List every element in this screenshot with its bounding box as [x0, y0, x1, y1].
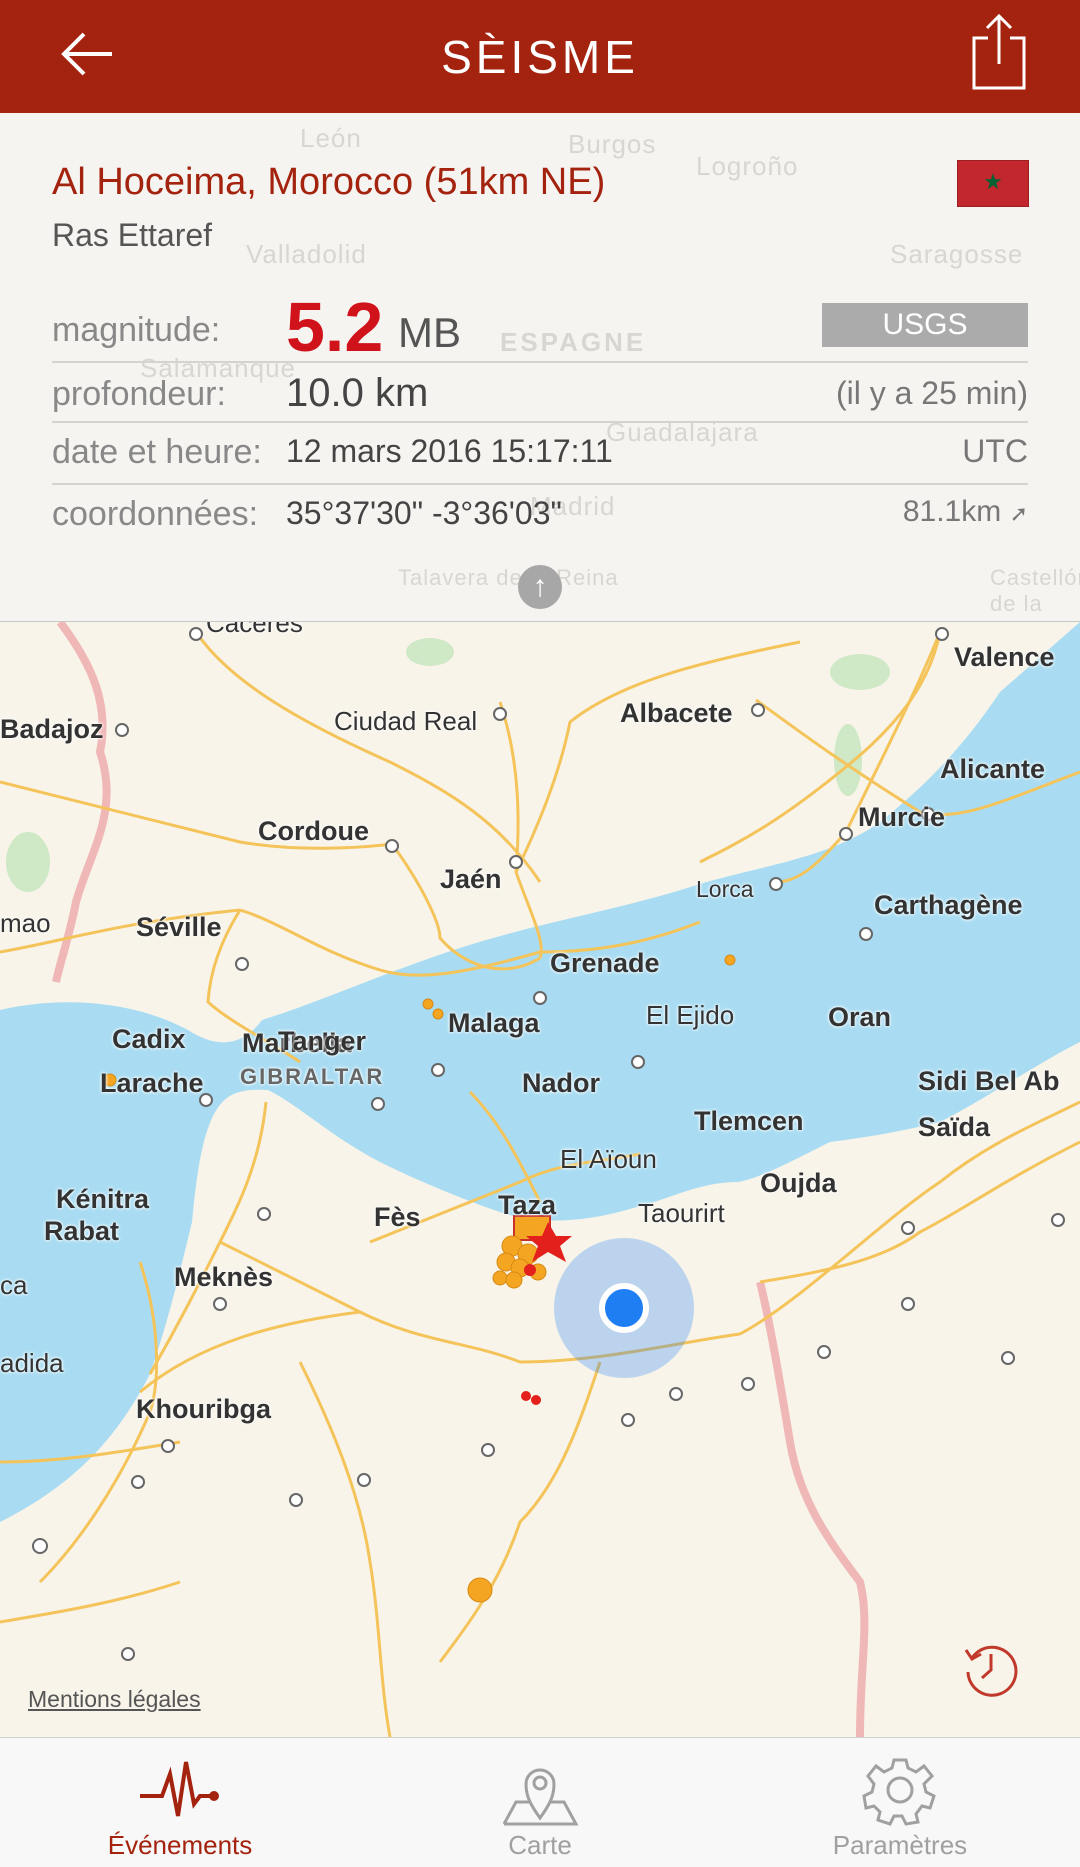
- time-ago: (il y a 25 min): [835, 375, 1028, 411]
- map-label: León: [300, 123, 362, 153]
- coordinates-label: coordonnées:: [52, 495, 259, 533]
- map-label: Burgos: [568, 129, 657, 159]
- map-label: Albacete: [620, 698, 733, 728]
- share-button[interactable]: [964, 12, 1034, 96]
- distance-value: 81.1km: [902, 495, 1002, 528]
- divider: [52, 421, 1028, 423]
- location-arrow-icon: ➚: [1009, 501, 1028, 526]
- border-line: [756, 1281, 869, 1737]
- magnitude-unit: MB: [398, 309, 461, 356]
- map-label: Carthagène: [874, 890, 1023, 920]
- tab-map[interactable]: Carte: [360, 1738, 720, 1867]
- gear-icon: [862, 1758, 936, 1826]
- map-label: Sidi Bel Ab: [918, 1066, 1060, 1096]
- map-view[interactable]: Cáceres Valence Badajoz Ciudad Real Alba…: [0, 622, 1080, 1737]
- timezone: UTC: [962, 433, 1028, 469]
- map-label: Valladolid: [246, 239, 367, 269]
- map-label: Talavera de la Reina: [398, 565, 619, 590]
- map-label: Khouribga: [136, 1394, 271, 1424]
- tab-bar: Événements Carte Paramètres: [0, 1737, 1080, 1867]
- map-label: Murcie: [858, 802, 946, 832]
- map-label: El Ejido: [646, 1000, 735, 1030]
- navigation-bar: SÈISME: [0, 0, 1080, 113]
- datetime-value: 12 mars 2016 15:17:11: [286, 433, 613, 469]
- user-location-dot: [599, 1283, 649, 1333]
- map-label: Kénitra: [56, 1184, 150, 1214]
- depth-value: 10.0 km: [286, 371, 429, 415]
- map-label: Alicante: [940, 754, 1046, 784]
- map-label: Cordoue: [258, 816, 369, 846]
- map-label: Séville: [136, 912, 222, 942]
- map-label: Valence: [954, 642, 1055, 672]
- event-location-title: Al Hoceima, Morocco (51km NE): [52, 161, 606, 203]
- tab-label: Carte: [508, 1830, 572, 1860]
- app-title: SÈISME: [441, 31, 639, 83]
- map-label: Cáceres: [206, 622, 303, 638]
- divider: [52, 483, 1028, 485]
- map-label: Jaén: [440, 864, 502, 894]
- map-label: adida: [0, 1348, 64, 1378]
- map-label: Castellón de la Plana: [990, 565, 1080, 621]
- tab-label: Événements: [107, 1830, 253, 1860]
- source-badge[interactable]: USGS: [822, 303, 1028, 347]
- magnitude-value: 5.2: [286, 288, 384, 366]
- history-clock-icon: [964, 1645, 1018, 1697]
- map-label: Badajoz: [0, 714, 104, 744]
- map-label: Rabat: [44, 1216, 120, 1246]
- tab-events[interactable]: Événements: [0, 1738, 360, 1867]
- map-pin-icon: [502, 1768, 579, 1826]
- map-label: El Aïoun: [560, 1144, 657, 1174]
- map-label: Nador: [522, 1068, 601, 1098]
- map-label: Taza: [498, 1190, 557, 1220]
- map-label: Tlemcen: [694, 1106, 804, 1136]
- map-label: Oujda: [760, 1168, 837, 1198]
- map-label: Cadix: [112, 1024, 186, 1054]
- map-label: mao: [0, 908, 51, 938]
- arrow-up-icon: ↑: [532, 570, 548, 603]
- map-canvas: [0, 622, 1080, 1737]
- collapse-panel-button[interactable]: ↑: [518, 565, 562, 609]
- map-label: Ciudad Real: [334, 706, 478, 736]
- coordinates-value: 35°37'30" -3°36'03": [286, 495, 562, 531]
- event-details-panel: León Burgos Logroño Valladolid Saragosse…: [0, 113, 1080, 622]
- map-label: ESPAGNE: [500, 327, 647, 357]
- map-label: Tanger: [278, 1026, 367, 1056]
- history-button[interactable]: [960, 1638, 1022, 1700]
- magnitude-label: magnitude:: [52, 311, 221, 349]
- map-label: Lorca: [696, 876, 754, 902]
- map-label: Logroño: [696, 151, 799, 181]
- divider: [52, 361, 1028, 363]
- tab-label: Paramètres: [832, 1830, 968, 1860]
- event-region: Ras Ettaref: [52, 217, 213, 253]
- map-label: Saïda: [918, 1112, 991, 1142]
- tab-settings[interactable]: Paramètres: [720, 1738, 1080, 1867]
- map-label: Malaga: [448, 1008, 540, 1038]
- legal-notice-link[interactable]: Mentions légales: [28, 1686, 201, 1713]
- map-label: Oran: [828, 1002, 892, 1032]
- share-icon: [972, 13, 1026, 90]
- distance-readout: 81.1km ➚: [903, 495, 1028, 529]
- map-label: Grenade: [550, 948, 660, 978]
- map-label: Fès: [374, 1202, 421, 1232]
- datetime-label: date et heure:: [52, 433, 262, 471]
- seismograph-icon: [140, 1761, 219, 1817]
- depth-label: profondeur:: [52, 375, 226, 413]
- map-label: Saragosse: [890, 239, 1024, 269]
- map-label: ca: [0, 1270, 28, 1300]
- map-label: Taourirt: [638, 1198, 725, 1228]
- map-label: Larache: [100, 1068, 204, 1098]
- map-label: Meknès: [174, 1262, 274, 1292]
- morocco-flag-icon: ★: [957, 160, 1029, 207]
- map-label: GIBRALTAR: [240, 1064, 385, 1089]
